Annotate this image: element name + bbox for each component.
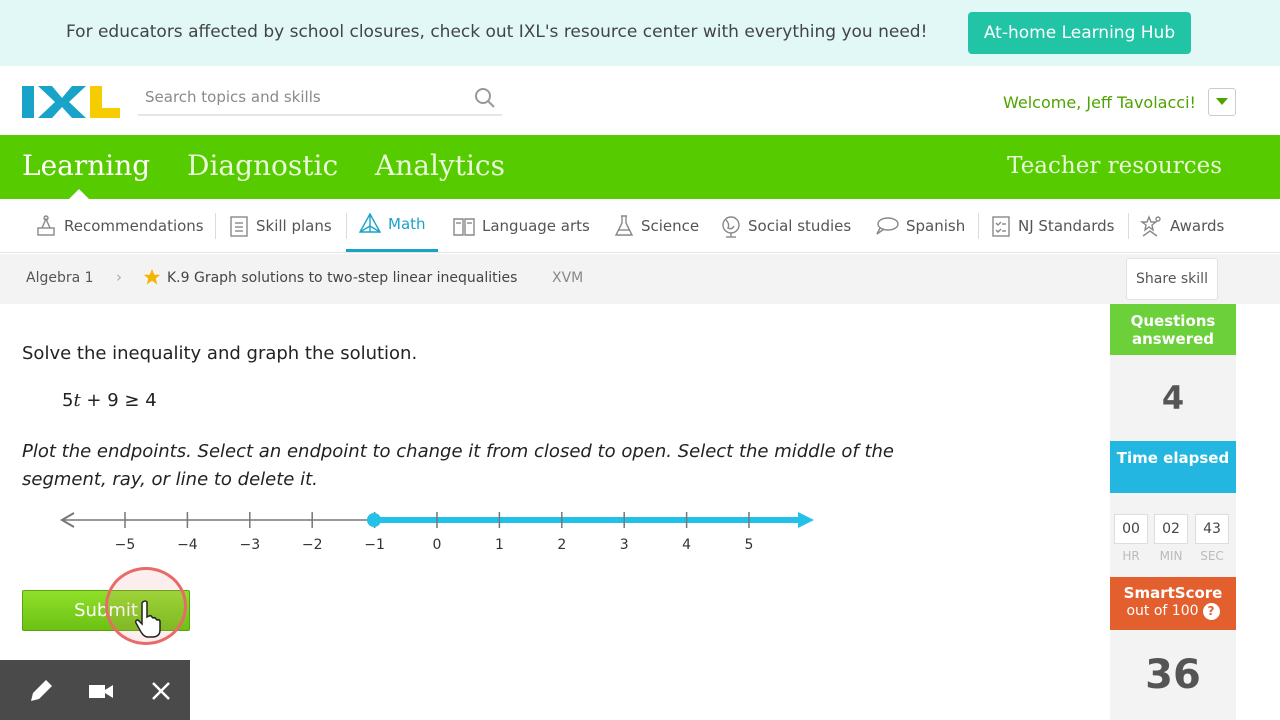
time-elapsed-label: Time elapsed bbox=[1110, 441, 1236, 493]
breadcrumb-course[interactable]: Algebra 1 bbox=[26, 270, 94, 286]
time-seconds: 43 bbox=[1195, 514, 1229, 544]
tab-label: Science bbox=[641, 216, 700, 235]
subject-nav: Recommendations Skill plans Math Languag… bbox=[0, 199, 1280, 253]
tab-awards[interactable]: Awards bbox=[1140, 199, 1224, 252]
recommendations-icon bbox=[37, 214, 55, 236]
star-icon[interactable] bbox=[143, 268, 161, 286]
awards-icon bbox=[1140, 214, 1161, 237]
breadcrumb: Algebra 1 › K.9 Graph solutions to two-s… bbox=[0, 254, 1280, 304]
recording-toolbar bbox=[0, 660, 190, 720]
number-line-tick-label: −3 bbox=[239, 537, 260, 553]
tab-label: Math bbox=[388, 215, 426, 233]
tab-science[interactable]: Science bbox=[613, 199, 699, 252]
number-line-tick-label: 4 bbox=[682, 537, 691, 553]
camera-tool-button[interactable] bbox=[88, 678, 114, 704]
video-camera-icon bbox=[89, 685, 113, 698]
time-hours: 00 bbox=[1114, 514, 1148, 544]
divider bbox=[978, 213, 979, 239]
tab-math[interactable]: Math bbox=[346, 199, 438, 252]
ray-arrow-icon bbox=[798, 512, 814, 528]
tab-language-arts[interactable]: Language arts bbox=[452, 199, 590, 252]
eq-rest: + 9 ≥ 4 bbox=[80, 390, 157, 411]
time-minutes: 02 bbox=[1154, 514, 1188, 544]
chevron-down-icon bbox=[1216, 98, 1228, 105]
number-line-tick-label: −1 bbox=[364, 537, 385, 553]
number-line-tick-label: −4 bbox=[177, 537, 198, 553]
hand-cursor-icon bbox=[135, 600, 161, 638]
question-prompt: Solve the inequality and graph the solut… bbox=[22, 343, 418, 364]
tab-label: Language arts bbox=[482, 216, 590, 235]
skill-code: XVM bbox=[552, 270, 584, 286]
chevron-right-icon: › bbox=[116, 268, 122, 286]
tab-spanish[interactable]: Spanish bbox=[874, 199, 965, 252]
questions-answered-label: Questions answered bbox=[1110, 304, 1236, 355]
question-instructions: Plot the endpoints. Select an endpoint t… bbox=[22, 441, 895, 490]
tab-recommendations[interactable]: Recommendations bbox=[34, 199, 204, 252]
search-input[interactable] bbox=[145, 80, 465, 114]
main-nav: Learning Diagnostic Analytics Teacher re… bbox=[0, 135, 1280, 199]
active-nav-indicator bbox=[69, 189, 89, 199]
time-seconds-label: SEC bbox=[1200, 549, 1224, 563]
closed-endpoint[interactable] bbox=[367, 513, 381, 527]
close-icon bbox=[152, 682, 170, 700]
at-home-learning-hub-button[interactable]: At-home Learning Hub bbox=[968, 12, 1191, 54]
smartscore-label: SmartScore bbox=[1123, 584, 1223, 602]
book-icon bbox=[453, 217, 475, 236]
tab-social-studies[interactable]: Social studies bbox=[720, 199, 851, 252]
number-line-tick-label: 2 bbox=[557, 537, 566, 553]
smartscore-header: SmartScore out of 100 ? bbox=[1110, 577, 1236, 630]
tab-label: Skill plans bbox=[256, 216, 332, 235]
site-header: Welcome, Jeff Tavolacci! bbox=[0, 66, 1280, 135]
tab-nj-standards[interactable]: NJ Standards bbox=[990, 199, 1114, 252]
number-line-tick-label: −2 bbox=[302, 537, 323, 553]
flask-icon bbox=[614, 214, 634, 236]
close-tool-button[interactable] bbox=[148, 678, 174, 704]
nav-diagnostic[interactable]: Diagnostic bbox=[187, 149, 338, 182]
welcome-user[interactable]: Welcome, Jeff Tavolacci! bbox=[1003, 93, 1196, 112]
tab-skill-plans[interactable]: Skill plans bbox=[228, 199, 332, 252]
smartscore-value: 36 bbox=[1110, 630, 1236, 720]
time-elapsed-panel: 00 02 43 HR MIN SEC bbox=[1110, 493, 1236, 577]
share-skill-button[interactable]: Share skill bbox=[1126, 258, 1218, 300]
time-hours-label: HR bbox=[1122, 549, 1140, 563]
nav-analytics[interactable]: Analytics bbox=[375, 149, 505, 182]
nav-learning[interactable]: Learning bbox=[22, 149, 150, 182]
smartscore-subtitle: out of 100 ? bbox=[1110, 602, 1236, 620]
number-line-tick-label: 5 bbox=[745, 537, 754, 553]
checklist-icon bbox=[992, 215, 1010, 237]
pen-icon bbox=[31, 680, 52, 701]
speech-bubble-icon bbox=[876, 216, 899, 235]
math-icon bbox=[358, 212, 382, 233]
skill-plans-icon bbox=[230, 215, 248, 237]
help-icon[interactable]: ? bbox=[1202, 602, 1220, 620]
number-line-tick-label: −5 bbox=[115, 537, 136, 553]
number-line[interactable]: −5 −4 −3 −2 −1 0 1 2 3 4 5 bbox=[58, 505, 818, 565]
inequality: 5t + 9 ≥ 4 bbox=[62, 390, 157, 411]
tab-label: NJ Standards bbox=[1018, 216, 1115, 235]
tab-label: Recommendations bbox=[64, 216, 204, 235]
divider bbox=[1128, 213, 1129, 239]
ixl-logo[interactable] bbox=[22, 84, 120, 120]
announcement-banner: For educators affected by school closure… bbox=[0, 0, 1280, 66]
banner-text: For educators affected by school closure… bbox=[66, 22, 928, 42]
user-menu-dropdown[interactable] bbox=[1208, 88, 1236, 116]
search-box bbox=[138, 80, 502, 116]
globe-icon bbox=[722, 215, 740, 238]
number-line-tick-label: 0 bbox=[433, 537, 442, 553]
questions-answered-value: 4 bbox=[1110, 355, 1236, 441]
time-minutes-label: MIN bbox=[1159, 549, 1183, 563]
search-icon[interactable] bbox=[474, 87, 496, 109]
number-line-tick-label: 3 bbox=[620, 537, 629, 553]
pen-tool-button[interactable] bbox=[28, 678, 54, 704]
nav-teacher-resources[interactable]: Teacher resources bbox=[1007, 153, 1222, 179]
divider bbox=[215, 213, 216, 239]
number-line-tick-label: 1 bbox=[495, 537, 504, 553]
smartscore-sub-label: out of 100 bbox=[1126, 603, 1199, 619]
breadcrumb-skill: K.9 Graph solutions to two-step linear i… bbox=[167, 270, 518, 286]
eq-variable: t bbox=[73, 390, 81, 411]
tab-label: Social studies bbox=[748, 216, 852, 235]
tab-label: Spanish bbox=[906, 216, 966, 235]
tab-label: Awards bbox=[1170, 216, 1225, 235]
eq-coefficient: 5 bbox=[62, 390, 74, 411]
